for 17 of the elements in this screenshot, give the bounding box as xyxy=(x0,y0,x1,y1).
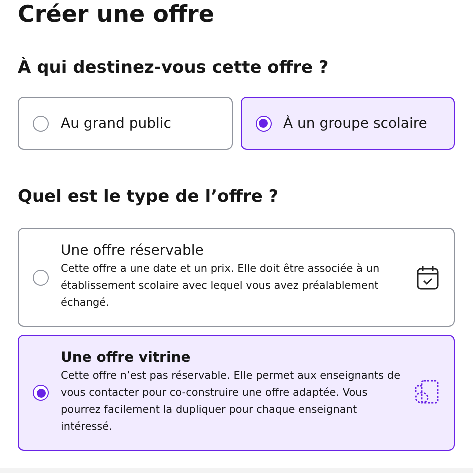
section-heading: Quel est le type de l’offre ? xyxy=(18,186,280,208)
section-heading: À qui destinez-vous cette offre ? xyxy=(18,57,330,79)
radio-button[interactable] xyxy=(33,116,49,132)
option-title: Une offre réservable xyxy=(61,243,205,259)
audience-option[interactable]: Au grand public xyxy=(18,97,232,150)
option-title: Une offre vitrine xyxy=(61,350,192,366)
radio-button[interactable] xyxy=(33,385,49,401)
option-description: Cette offre n’est pas réservable. Elle permet aux enseignants de vous contacter pour co-construire une offre adaptée. Vous pourrez facilement la dupliquer pour chaque enseignant intéressé. xyxy=(61,369,402,435)
radio-button[interactable] xyxy=(256,116,272,132)
radio-button[interactable] xyxy=(33,270,49,286)
page-title: Créer une offre xyxy=(18,1,216,29)
chat-bubbles-icon xyxy=(414,380,440,406)
audience-option[interactable]: À un groupe scolaire xyxy=(240,97,455,150)
option-description: Cette offre a une date et un prix. Elle doit être associée à un établissement scolaire avec lequel vous avez préalablement échangé. xyxy=(61,262,381,311)
offer-type-option[interactable]: Une offre réservable Cette offre a une date et un prix. Elle doit être associée à un établissement scolaire avec lequel vous avez préalablement échangé. xyxy=(18,228,455,327)
offer-type-option[interactable] xyxy=(18,335,455,451)
calendar-check-icon xyxy=(416,264,440,290)
